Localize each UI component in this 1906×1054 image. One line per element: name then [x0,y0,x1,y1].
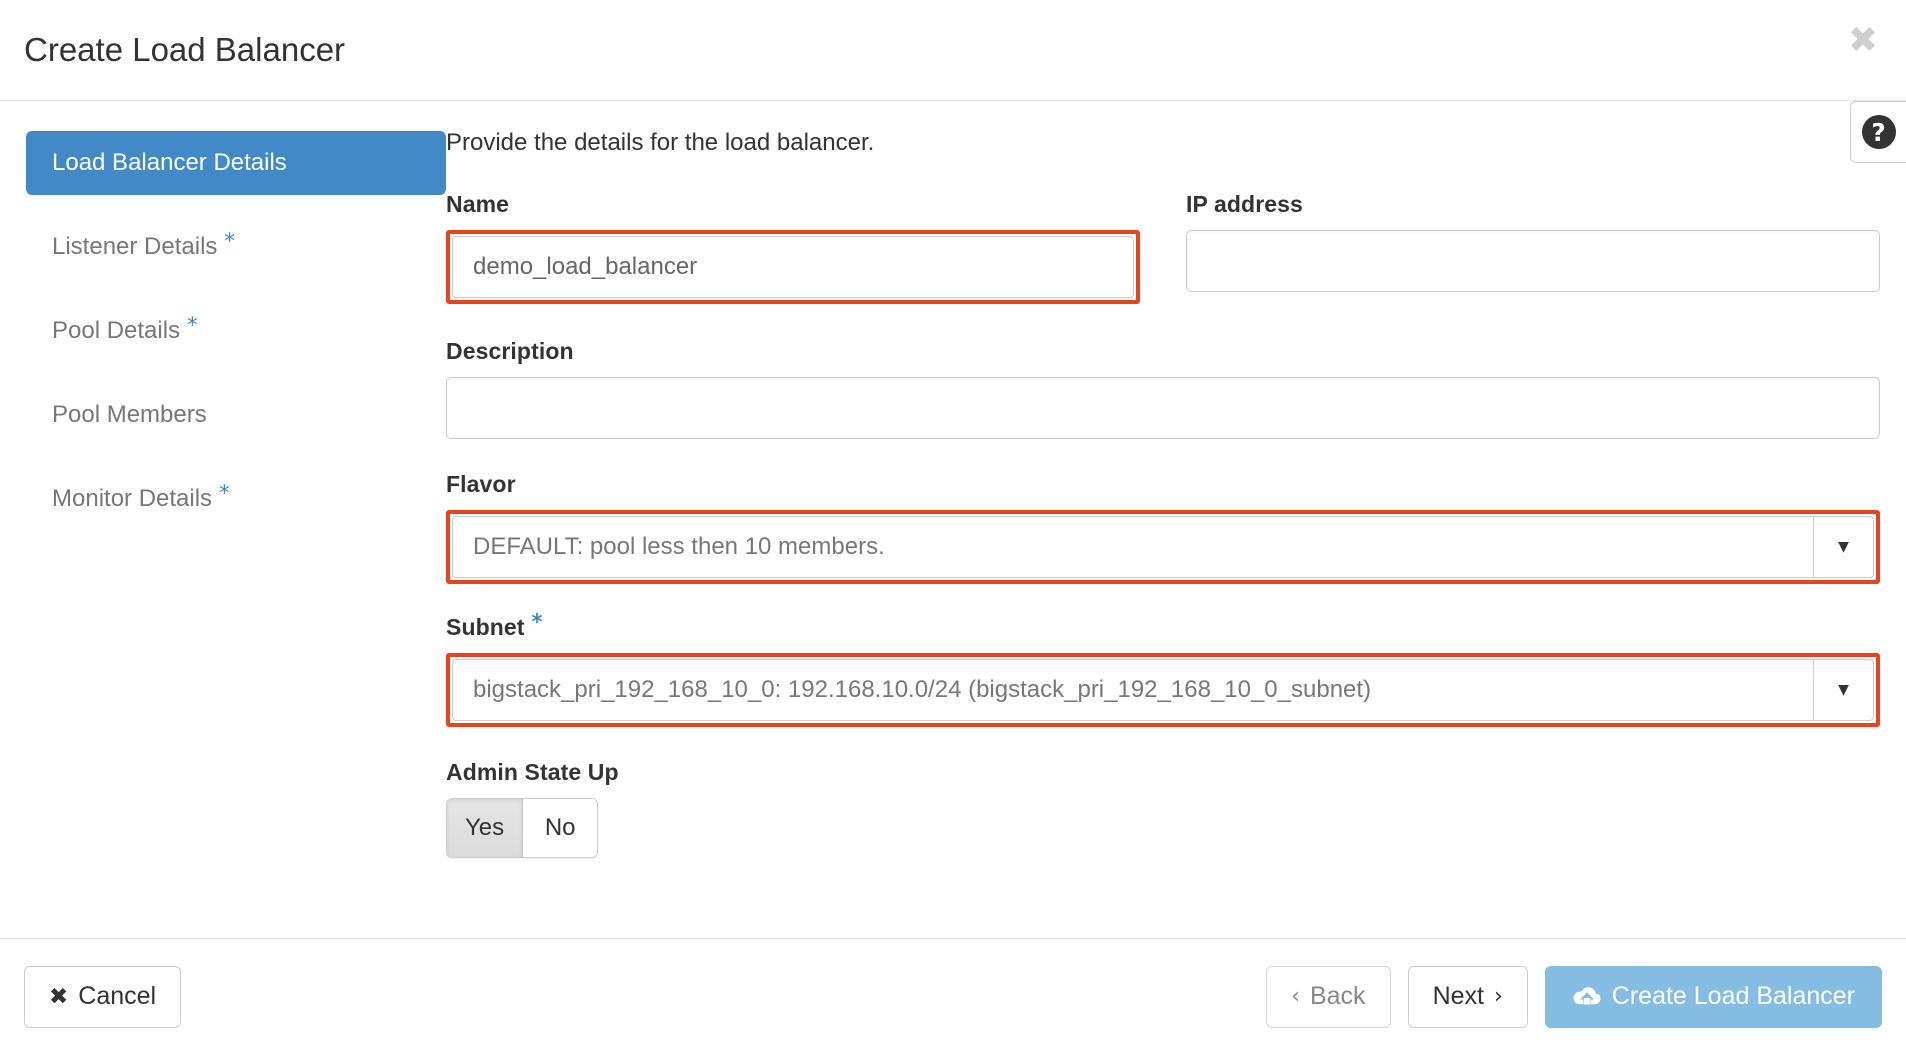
name-input[interactable] [452,236,1134,298]
subnet-highlight-box: bigstack_pri_192_168_10_0: 192.168.10.0/… [446,653,1880,727]
required-asterisk-icon: * [187,312,198,337]
close-icon: ✖ [49,983,69,1010]
modal-footer: ✖ Cancel ‹ Back Next › Create Load Balan… [0,938,1906,1054]
modal-body: Load Balancer Details Listener Details *… [0,101,1906,938]
name-field-group: Name [446,191,1140,304]
load-balancer-details-form: Provide the details for the load balance… [446,129,1880,938]
question-mark-icon: ? [1861,115,1896,149]
next-button[interactable]: Next › [1407,965,1528,1028]
name-ip-row: Name IP address [446,191,1880,316]
flavor-highlight-box: DEFAULT: pool less then 10 members. ▼ [446,510,1880,584]
create-load-balancer-button-label: Create Load Balancer [1611,982,1855,1010]
sidebar-item-label: Monitor Details [52,485,213,512]
name-highlight-box [446,230,1140,304]
cancel-button[interactable]: ✖ Cancel [24,965,182,1028]
sidebar-item-listener-details[interactable]: Listener Details * [26,215,446,279]
close-icon[interactable]: ✖ [1842,20,1884,62]
name-label: Name [446,191,510,217]
flavor-select[interactable]: DEFAULT: pool less then 10 members. ▼ [452,516,1874,578]
description-input[interactable] [446,377,1880,439]
sidebar-item-monitor-details[interactable]: Monitor Details * [26,467,446,531]
cloud-download-icon [1572,985,1602,1009]
sidebar-item-label: Pool Members [52,401,207,428]
subnet-field-group: Subnet * bigstack_pri_192_168_10_0: 192.1… [446,612,1880,727]
create-load-balancer-modal: Create Load Balancer ✖ ? Load Balancer D… [0,0,1906,1054]
chevron-left-icon: ‹ [1291,984,1300,1009]
sidebar-item-pool-members[interactable]: Pool Members [26,383,446,447]
create-load-balancer-button[interactable]: Create Load Balancer [1544,965,1882,1028]
next-button-label: Next [1432,982,1484,1010]
ip-address-input[interactable] [1186,230,1880,292]
description-field-group: Description [446,338,1880,439]
chevron-down-icon[interactable]: ▼ [1813,660,1873,720]
ip-address-field-group: IP address [1186,191,1880,304]
required-asterisk-icon: * [531,610,543,634]
admin-state-up-yes-button[interactable]: Yes [447,799,524,857]
admin-state-up-group: Admin State Up Yes No [446,759,1880,858]
back-button-label: Back [1309,982,1366,1010]
subnet-label: Subnet * [446,612,1880,641]
sidebar-item-label: Listener Details [52,233,218,260]
chevron-down-icon[interactable]: ▼ [1813,517,1873,577]
cancel-button-label: Cancel [78,982,157,1010]
sidebar-item-pool-details[interactable]: Pool Details * [26,299,446,363]
back-button[interactable]: ‹ Back [1266,965,1391,1028]
required-asterisk-icon: * [224,228,235,253]
ip-address-label: IP address [1186,191,1303,217]
sidebar-item-load-balancer-details[interactable]: Load Balancer Details [26,131,446,195]
description-label: Description [446,338,574,364]
help-button[interactable]: ? [1850,101,1906,163]
footer-actions: ‹ Back Next › Create Load Balancer [1266,965,1882,1028]
page-title: Create Load Balancer [24,31,346,69]
subnet-select[interactable]: bigstack_pri_192_168_10_0: 192.168.10.0/… [452,659,1874,721]
subnet-selected-value: bigstack_pri_192_168_10_0: 192.168.10.0/… [473,676,1372,703]
admin-state-up-label: Admin State Up [446,759,619,785]
required-asterisk-icon: * [219,480,230,505]
subnet-label-text: Subnet [446,614,525,640]
admin-state-up-no-button[interactable]: No [523,799,598,857]
flavor-label: Flavor [446,471,516,497]
admin-state-up-toggle: Yes No [446,798,599,858]
modal-header: Create Load Balancer ✖ [0,0,1906,101]
sidebar-item-label: Pool Details [52,317,181,344]
flavor-selected-value: DEFAULT: pool less then 10 members. [473,533,885,560]
sidebar-item-label: Load Balancer Details [52,149,287,176]
flavor-field-group: Flavor DEFAULT: pool less then 10 member… [446,471,1880,584]
wizard-step-nav: Load Balancer Details Listener Details *… [26,129,446,938]
chevron-right-icon: › [1493,984,1503,1009]
form-intro-text: Provide the details for the load balance… [446,129,875,156]
